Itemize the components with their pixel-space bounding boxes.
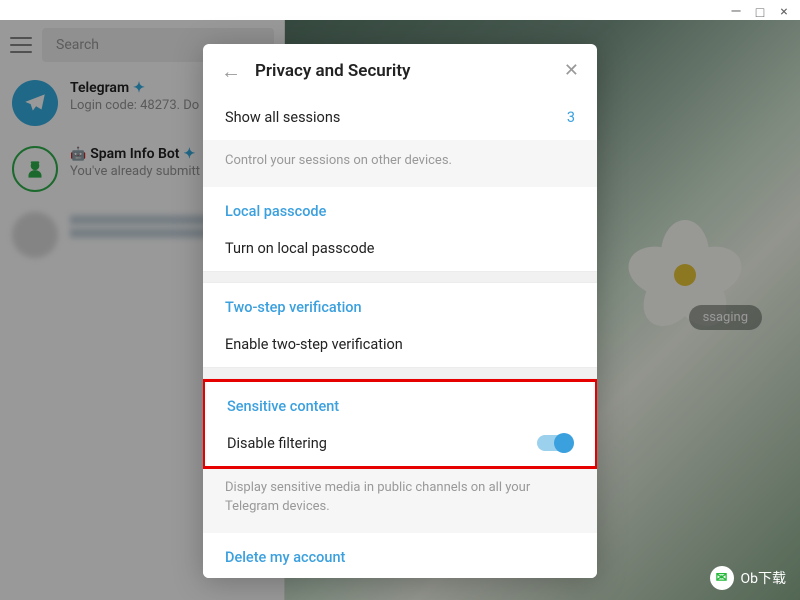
close-window-button[interactable]: × xyxy=(778,4,790,18)
row-label: Disable filtering xyxy=(227,435,327,452)
watermark: ✉ Ob下载 xyxy=(710,566,787,590)
show-sessions-row[interactable]: Show all sessions 3 xyxy=(203,95,597,140)
modal-title: Privacy and Security xyxy=(255,61,550,81)
turn-on-passcode-row[interactable]: Turn on local passcode xyxy=(203,226,597,271)
wechat-icon: ✉ xyxy=(710,566,734,590)
row-label: Turn on local passcode xyxy=(225,240,374,257)
sessions-hint: Control your sessions on other devices. xyxy=(203,140,597,187)
highlighted-section: Sensitive content Disable filtering xyxy=(203,379,597,469)
sensitive-hint: Display sensitive media in public channe… xyxy=(203,469,597,533)
row-label: Show all sessions xyxy=(225,109,340,126)
back-arrow-icon[interactable]: ← xyxy=(221,61,241,81)
two-step-title: Two-step verification xyxy=(203,283,597,322)
separator xyxy=(203,271,597,283)
modal-header: ← Privacy and Security ✕ xyxy=(203,44,597,95)
disable-filtering-row[interactable]: Disable filtering xyxy=(205,421,595,466)
maximize-button[interactable]: □ xyxy=(754,4,766,18)
enable-two-step-row[interactable]: Enable two-step verification xyxy=(203,322,597,367)
local-passcode-title: Local passcode xyxy=(203,187,597,226)
filtering-toggle[interactable] xyxy=(537,435,573,451)
sessions-count: 3 xyxy=(567,109,575,126)
sensitive-content-title: Sensitive content xyxy=(205,382,595,421)
minimize-button[interactable]: — xyxy=(730,4,742,18)
watermark-text: Ob下载 xyxy=(741,568,787,588)
privacy-security-modal: ← Privacy and Security ✕ Show all sessio… xyxy=(203,44,597,578)
delete-account-link[interactable]: Delete my account xyxy=(203,533,597,578)
row-label: Enable two-step verification xyxy=(225,336,403,353)
separator xyxy=(203,367,597,379)
window-controls: — □ × xyxy=(720,0,800,22)
close-icon[interactable]: ✕ xyxy=(564,60,579,81)
